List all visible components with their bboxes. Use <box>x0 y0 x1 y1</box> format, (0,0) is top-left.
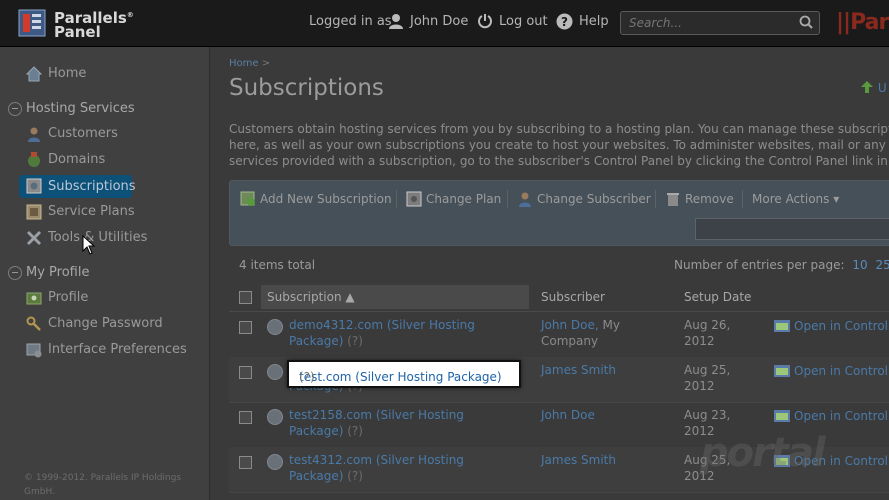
items-total: 4 items total <box>239 258 316 272</box>
sidebar-item-label: Subscriptions <box>48 179 136 194</box>
entries-per-page: Number of entries per page: 10 25 1 <box>674 258 889 272</box>
sidebar-item-label: Change Password <box>48 316 163 331</box>
trash-icon <box>667 193 679 206</box>
status-icon <box>267 364 283 380</box>
row-checkbox[interactable] <box>239 321 252 334</box>
tools-icon <box>26 230 42 246</box>
sidebar-item-label: Domains <box>48 152 106 167</box>
subscriber-link[interactable]: James Smith <box>541 452 641 468</box>
table-header: Subscription ▲ Subscriber Setup Date <box>229 285 889 312</box>
toolbar-divider <box>655 190 656 208</box>
breadcrumb-home[interactable]: Home <box>229 58 259 69</box>
open-panel-icon <box>774 320 790 332</box>
domain-icon <box>28 152 40 167</box>
toolbar-divider <box>396 190 397 208</box>
search-box <box>620 11 820 35</box>
brand-name: Parallels® Panel <box>54 9 134 41</box>
setup-date: Aug 26, 2012 <box>684 318 731 348</box>
open-panel-icon <box>774 410 790 422</box>
breadcrumb: Home > <box>229 58 270 69</box>
row-checkbox[interactable] <box>239 366 252 379</box>
sidebar-item-label: Service Plans <box>48 204 135 219</box>
column-subscriber[interactable]: Subscriber <box>541 290 605 304</box>
filter-input[interactable] <box>695 218 889 240</box>
toolbar-divider <box>507 190 508 208</box>
open-panel-icon <box>774 365 790 377</box>
column-subscription[interactable]: Subscription ▲ <box>267 290 355 304</box>
section-label: My Profile <box>26 265 90 280</box>
per-page-10[interactable]: 10 <box>852 258 867 272</box>
subscriber-link[interactable]: James Smith <box>541 362 641 378</box>
help-link[interactable]: Help <box>579 14 609 29</box>
copyright: © 1999-2012. Parallels IP Holdings GmbH. <box>24 473 182 497</box>
select-all-checkbox[interactable] <box>239 291 252 304</box>
sidebar-item-subscriptions[interactable]: Subscriptions <box>19 175 136 198</box>
subscription-link[interactable]: test4312.com (Silver Hosting Package) (?) <box>289 452 489 484</box>
toolbar-divider <box>742 190 743 208</box>
customer-icon <box>28 127 40 142</box>
subscription-icon <box>26 178 42 194</box>
subscription-link[interactable]: demo4312.com (Silver Hosting Package) (?) <box>289 317 489 349</box>
power-icon <box>478 14 492 29</box>
user-icon <box>389 14 403 29</box>
sidebar-item-label: Interface Preferences <box>48 342 187 357</box>
toolbar: Add New Subscription Change Plan Change … <box>229 180 889 246</box>
open-control-panel-link[interactable]: Open in Control <box>774 364 888 378</box>
row-checkbox[interactable] <box>239 411 252 424</box>
row-checkbox[interactable] <box>239 456 252 469</box>
breadcrumb-separator: > <box>261 58 271 69</box>
section-label: Hosting Services <box>26 101 135 116</box>
mouse-cursor-icon <box>82 235 96 255</box>
upload-link[interactable]: U <box>860 80 887 95</box>
status-icon <box>267 319 283 335</box>
search-input[interactable] <box>621 13 789 33</box>
sidebar-item-label: Customers <box>48 126 118 141</box>
key-icon <box>26 316 41 331</box>
subscription-link[interactable]: test2158.com (Silver Hosting Package) (?) <box>289 407 489 439</box>
brand-right-logo: ||Par <box>836 10 889 35</box>
table-row: demo4312.com (Silver Hosting Package) (?)… <box>229 312 889 358</box>
open-control-panel-link[interactable]: Open in Control <box>774 319 888 333</box>
sidebar: Home Hosting Services Customers Domains … <box>0 47 210 500</box>
open-control-panel-link[interactable]: Open in Control <box>774 409 888 423</box>
parallels-logo-icon <box>18 9 46 37</box>
column-setup-date[interactable]: Setup Date <box>684 290 751 304</box>
user-name-link[interactable]: John Doe <box>410 14 468 29</box>
upload-icon <box>861 81 873 93</box>
collapse-icon[interactable] <box>8 102 22 116</box>
subscriber-link[interactable]: John Doe <box>541 407 641 423</box>
add-subscription-icon <box>240 191 255 206</box>
page-title: Subscriptions <box>229 75 384 101</box>
status-icon <box>267 454 283 470</box>
search-icon[interactable] <box>799 15 813 29</box>
page-description: Customers obtain hosting services from y… <box>229 122 889 168</box>
logged-in-label: Logged in as <box>309 14 392 29</box>
help-icon: ? <box>556 13 573 30</box>
profile-card-icon <box>26 292 42 305</box>
top-bar: Parallels® Panel Logged in as John Doe Lo… <box>0 0 889 47</box>
sidebar-item-label: Profile <box>48 290 89 305</box>
collapse-icon[interactable] <box>8 266 22 280</box>
watermark: portal <box>700 430 826 476</box>
subscriber-link[interactable]: John Doe, My Company <box>541 317 641 349</box>
highlighted-subscription-link[interactable]: test.com (Silver Hosting Package) (?) <box>287 360 521 388</box>
logout-link[interactable]: Log out <box>499 14 548 29</box>
service-plan-icon <box>26 204 42 220</box>
svg-text:?: ? <box>561 15 568 29</box>
per-page-25[interactable]: 25 <box>876 258 889 272</box>
change-plan-icon <box>406 191 422 207</box>
home-icon <box>26 66 42 82</box>
subscriber-icon <box>519 192 531 207</box>
setup-date: Aug 25, 2012 <box>684 363 731 393</box>
preferences-icon <box>26 343 42 358</box>
status-icon <box>267 409 283 425</box>
sidebar-item-label: Tools & Utilities <box>48 230 148 245</box>
sidebar-item-label: Home <box>48 66 87 81</box>
